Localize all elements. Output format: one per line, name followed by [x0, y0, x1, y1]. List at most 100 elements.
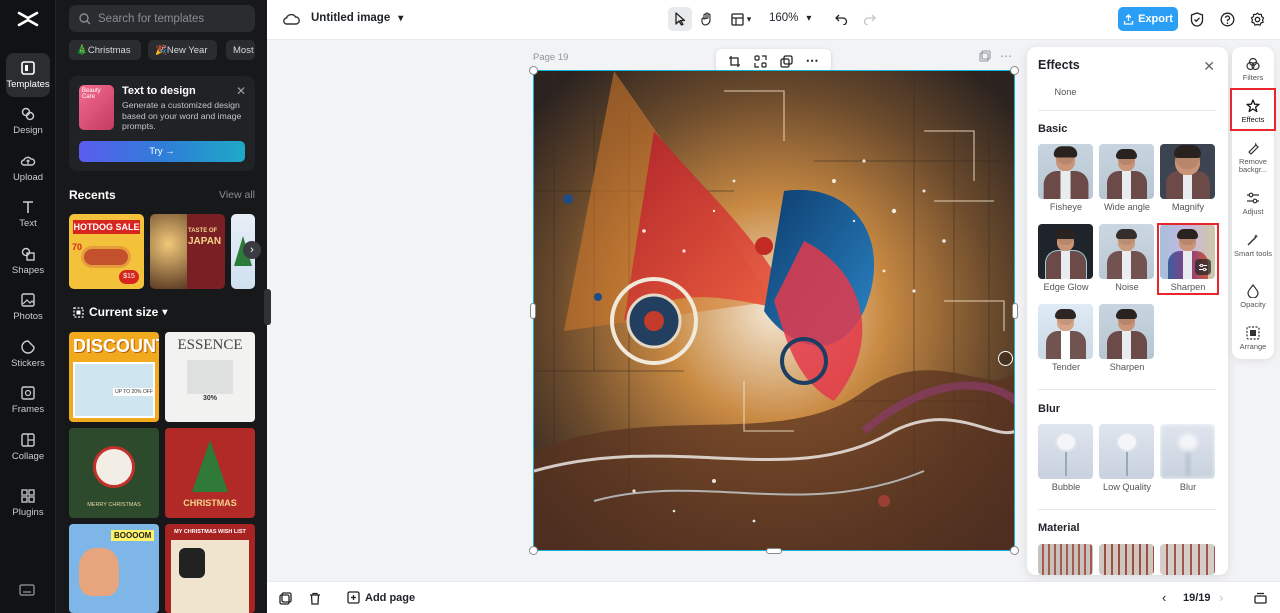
- chevron-left-icon[interactable]: ‹: [1162, 590, 1166, 605]
- crop-icon[interactable]: [728, 55, 741, 68]
- effect-noise[interactable]: [1099, 224, 1154, 279]
- pages-panel-icon[interactable]: [1254, 592, 1267, 604]
- effect-edge-glow[interactable]: [1038, 224, 1093, 279]
- more-options-icon[interactable]: ⋯: [806, 53, 819, 69]
- canvas-artwork-image[interactable]: [533, 70, 1015, 551]
- keyboard-icon[interactable]: [19, 584, 35, 596]
- effect-none-label[interactable]: None: [1038, 87, 1093, 97]
- hand-tool-button[interactable]: [695, 7, 719, 31]
- effect-label: Noise: [1115, 282, 1139, 292]
- thumb-text: JAPAN: [188, 236, 222, 247]
- close-icon[interactable]: ✕: [236, 84, 246, 98]
- rail-stickers[interactable]: Stickers: [6, 332, 50, 376]
- effect-blur[interactable]: [1160, 424, 1215, 479]
- current-size-dropdown[interactable]: Current size ▾: [73, 305, 167, 319]
- tool-adjust[interactable]: Adjust: [1232, 191, 1274, 216]
- effects-tool-highlight: [1230, 88, 1276, 131]
- chevron-right-icon[interactable]: ›: [243, 241, 261, 259]
- recent-thumb-hotdog[interactable]: HOTDOG SALE 70 $15: [69, 214, 144, 289]
- tool-opacity[interactable]: Opacity: [1232, 284, 1274, 309]
- effect-tender[interactable]: [1038, 304, 1093, 359]
- cloud-save-icon[interactable]: [283, 12, 300, 26]
- tool-filters[interactable]: Filters: [1232, 57, 1274, 82]
- effect-low-quality[interactable]: [1099, 424, 1154, 479]
- chevron-right-icon[interactable]: ›: [1219, 590, 1223, 605]
- redo-button[interactable]: [857, 7, 881, 31]
- rail-plugins[interactable]: Plugins: [6, 481, 50, 525]
- chip-christmas[interactable]: 🎄Christmas: [69, 40, 141, 60]
- layout-dropdown[interactable]: ▾: [725, 7, 757, 31]
- resize-handle[interactable]: [1012, 303, 1018, 319]
- view-all-link[interactable]: View all: [219, 189, 255, 201]
- chip-most[interactable]: Most: [226, 40, 255, 60]
- resize-handle[interactable]: [530, 303, 536, 319]
- chip-new-year[interactable]: 🎉New Year: [148, 40, 217, 60]
- duplicate-icon[interactable]: [279, 592, 292, 605]
- template-merry-christmas[interactable]: MERRY CHRISTMAS: [69, 428, 159, 518]
- effect-material[interactable]: [1038, 544, 1093, 575]
- resize-handle[interactable]: [529, 546, 538, 555]
- panel-collapse-handle[interactable]: [264, 289, 271, 325]
- try-button[interactable]: Try →: [79, 141, 245, 162]
- template-essence[interactable]: ESSENCE 30%: [165, 332, 255, 422]
- close-icon[interactable]: ✕: [1203, 58, 1215, 75]
- text-to-design-card: Beauty Care Text to design Generate a cu…: [69, 76, 255, 171]
- capcut-logo-icon[interactable]: [17, 10, 39, 28]
- search-placeholder: Search for templates: [98, 12, 205, 25]
- effect-material[interactable]: [1160, 544, 1215, 575]
- settings-gear-icon[interactable]: [1245, 7, 1269, 31]
- rail-label: Collage: [11, 451, 45, 462]
- template-wish-list[interactable]: MY CHRISTMAS WISH LIST: [165, 524, 255, 613]
- effect-bubble[interactable]: [1038, 424, 1093, 479]
- rail-upload[interactable]: Upload: [6, 146, 50, 190]
- copy-icon[interactable]: [780, 54, 793, 68]
- template-discount[interactable]: DISCOUNT UP TO 20% OFF: [69, 332, 159, 422]
- recent-thumb-japan[interactable]: TASTE OF JAPAN: [150, 214, 225, 289]
- select-tool-button[interactable]: [668, 7, 692, 31]
- rail-photos[interactable]: Photos: [6, 285, 50, 329]
- layout-icon: [731, 12, 744, 26]
- duplicate-page-icon[interactable]: [979, 50, 991, 62]
- search-input[interactable]: Search for templates: [69, 5, 255, 32]
- frames-icon: [21, 386, 35, 400]
- effect-label: Sharpen: [1109, 362, 1145, 372]
- text-to-design-title: Text to design: [122, 85, 196, 97]
- effect-magnify[interactable]: [1160, 144, 1215, 199]
- export-button[interactable]: Export: [1118, 7, 1178, 31]
- cutout-icon[interactable]: [754, 54, 767, 68]
- effect-material[interactable]: [1099, 544, 1154, 575]
- rail-label: Templates: [6, 79, 50, 90]
- rail-collage[interactable]: Collage: [6, 425, 50, 469]
- shield-icon[interactable]: [1185, 7, 1209, 31]
- rail-templates[interactable]: Templates: [6, 53, 50, 97]
- rail-text[interactable]: Text: [6, 192, 50, 236]
- adjust-icon: [1247, 192, 1259, 204]
- effect-wide-angle[interactable]: [1099, 144, 1154, 199]
- rail-shapes[interactable]: Shapes: [6, 239, 50, 283]
- resize-handle[interactable]: [1010, 66, 1019, 75]
- rail-design[interactable]: Design: [6, 99, 50, 143]
- rail-frames[interactable]: Frames: [6, 378, 50, 422]
- undo-button[interactable]: [829, 7, 853, 31]
- resize-handle[interactable]: [1010, 546, 1019, 555]
- export-label: Export: [1138, 13, 1173, 25]
- tool-smart-tools[interactable]: Smart tools: [1232, 233, 1274, 258]
- resize-handle[interactable]: [766, 548, 782, 554]
- add-page-button[interactable]: Add page: [347, 591, 415, 604]
- tool-remove-background[interactable]: Remove backgr...: [1232, 141, 1274, 174]
- resize-handle[interactable]: [529, 66, 538, 75]
- thumb-text: Beauty Care: [82, 88, 101, 100]
- rotate-handle-icon[interactable]: [998, 351, 1013, 366]
- trash-icon[interactable]: [309, 592, 321, 605]
- page-more-icon[interactable]: ⋯: [1000, 49, 1012, 63]
- help-icon[interactable]: [1215, 7, 1239, 31]
- tool-arrange[interactable]: Arrange: [1232, 326, 1274, 351]
- document-title[interactable]: Untitled image ▾: [311, 12, 403, 24]
- effect-sharpen[interactable]: [1099, 304, 1154, 359]
- effect-fisheye[interactable]: [1038, 144, 1093, 199]
- rail-label: Design: [13, 125, 43, 136]
- zoom-dropdown[interactable]: 160% ▾: [769, 12, 811, 24]
- template-christmas[interactable]: CHRISTMAS: [165, 428, 255, 518]
- template-boooom[interactable]: BOOOOM: [69, 524, 159, 613]
- effect-label: Wide angle: [1104, 202, 1150, 212]
